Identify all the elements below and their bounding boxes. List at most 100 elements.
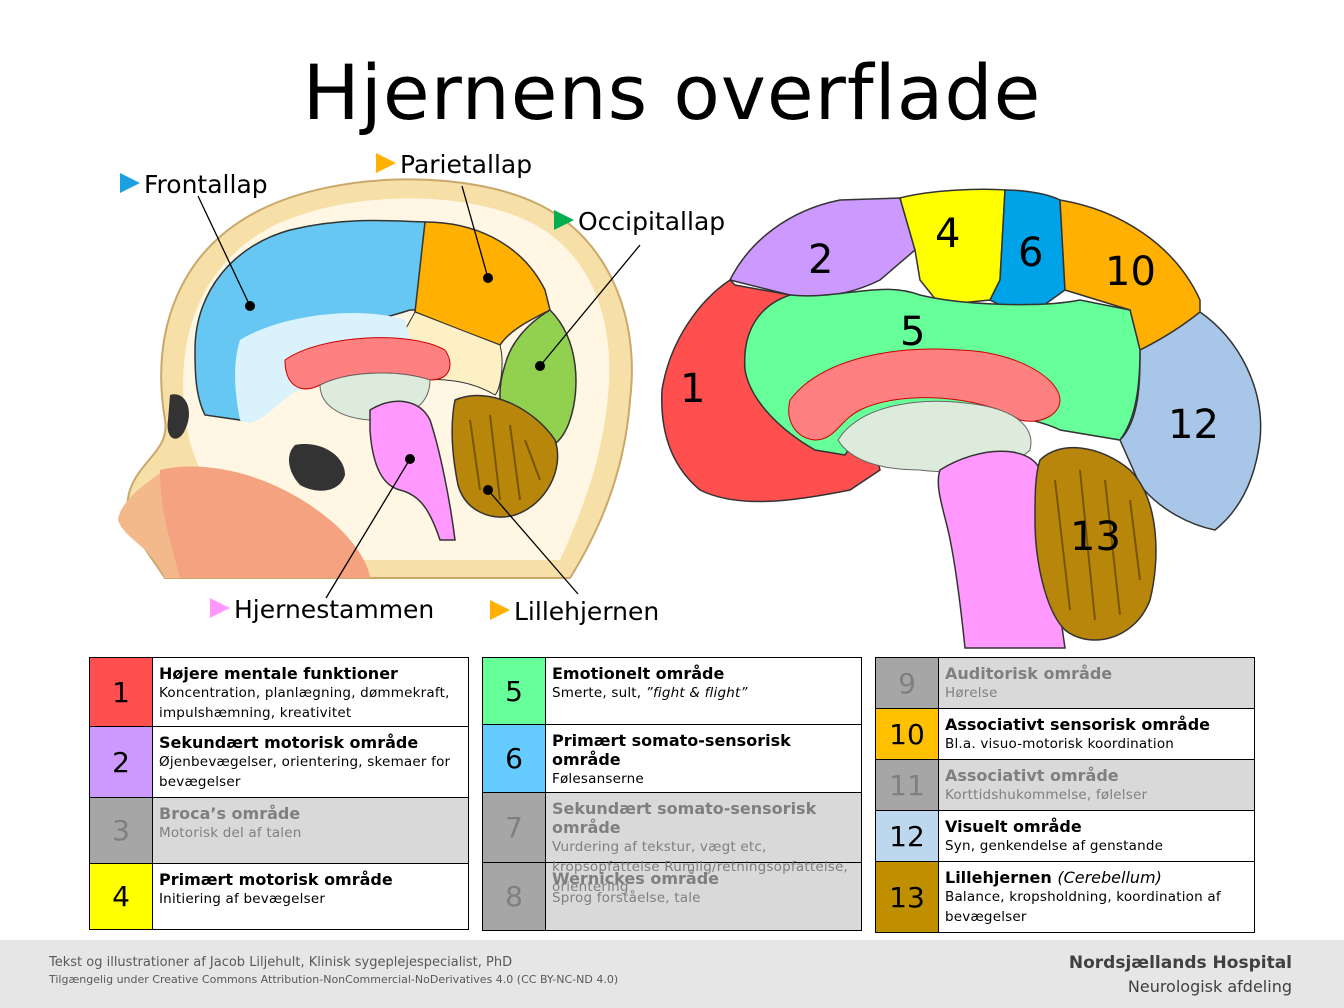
area-description-text: Balance, kropsholdning, koordination af … <box>945 889 1221 925</box>
label-text: Frontallap <box>144 170 268 199</box>
area-title: Auditorisk område <box>945 664 1248 683</box>
legend-row: 8 Wernickes område Sprog forståelse, tale <box>482 863 862 931</box>
area-title-text: Visuelt område <box>945 817 1082 836</box>
legend-row: 9 Auditorisk område Hørelse <box>875 657 1255 709</box>
area-number-cell: 8 <box>483 863 546 930</box>
area-description: Syn, genkendelse af genstande <box>945 836 1248 856</box>
area-number-cell: 11 <box>876 760 939 810</box>
area-description-cell: Primært somato-sensorisk område Følesanse… <box>546 725 861 792</box>
area-description: Balance, kropsholdning, koordination af … <box>945 887 1248 927</box>
legend-table-2: 5 Emotionelt område Smerte, sult, ”fight &… <box>482 657 862 931</box>
label-hjernestammen: Hjernestammen <box>210 595 434 624</box>
area-number-cell: 10 <box>876 709 939 759</box>
area-title-text: Emotionelt område <box>552 664 725 683</box>
area-description: Sprog forståelse, tale <box>552 888 855 908</box>
area-description-text: Syn, genkendelse af genstande <box>945 838 1164 854</box>
area-description-cell: Auditorisk område Hørelse <box>939 658 1254 708</box>
area-description-italic: ”fight & flight” <box>645 685 748 701</box>
area-title: Højere mentale funktioner <box>159 664 462 683</box>
area-description-cell: Wernickes område Sprog forståelse, tale <box>546 863 861 930</box>
area-title: Sekundært motorisk område <box>159 733 462 752</box>
area-description-text: Korttidshukommelse, følelser <box>945 787 1148 803</box>
area-title: Wernickes område <box>552 869 855 888</box>
triangle-marker-icon <box>376 153 396 173</box>
area-description-cell: Associativt sensorisk område Bl.a. visuo-… <box>939 709 1254 759</box>
area-title: Visuelt område <box>945 817 1248 836</box>
area-title-text: Broca’s område <box>159 804 301 823</box>
label-parietallap: Parietallap <box>376 150 532 179</box>
area-number-cell: 5 <box>483 658 546 724</box>
legend-table-3: 9 Auditorisk område Hørelse 10 Associativt s… <box>875 657 1255 933</box>
triangle-marker-icon <box>490 600 510 620</box>
area-title: Emotionelt område <box>552 664 855 683</box>
area-description-cell: Lillehjernen (Cerebellum) Balance, kropsh… <box>939 862 1254 932</box>
label-lillehjernen: Lillehjernen <box>490 597 659 626</box>
area-title: Broca’s område <box>159 804 462 823</box>
area-description: Hørelse <box>945 683 1248 703</box>
area-title: Associativt område <box>945 766 1248 785</box>
area-number-cell: 4 <box>90 864 153 929</box>
license-text: Tilgængelig under Creative Commons Attri… <box>49 973 619 986</box>
area-title-text: Sekundært motorisk område <box>159 733 419 752</box>
area-number: 4 <box>935 211 960 257</box>
label-text: Hjernestammen <box>234 595 435 624</box>
credit-text: Tekst og illustrationer af Jacob Liljehu… <box>49 955 513 970</box>
area-description: Bl.a. visuo-motorisk koordination <box>945 734 1248 754</box>
area-number: 5 <box>900 309 925 355</box>
area-title-text: Primært somato-sensorisk område <box>552 731 791 769</box>
area-title-text: Wernickes område <box>552 869 719 888</box>
area-number-cell: 3 <box>90 798 153 863</box>
triangle-marker-icon <box>120 173 140 193</box>
area-title: Sekundært somato-sensorisk område <box>552 799 855 837</box>
area-number-cell: 12 <box>876 811 939 861</box>
area-title: Primært motorisk område <box>159 870 462 889</box>
area-description-text: Motorisk del af talen <box>159 825 302 841</box>
area-description-cell: Højere mentale funktioner Koncentration, … <box>153 658 468 726</box>
area-number-cell: 6 <box>483 725 546 792</box>
triangle-marker-icon <box>554 210 574 230</box>
legend-row: 3 Broca’s område Motorisk del af talen <box>89 798 469 864</box>
legend-row: 6 Primært somato-sensorisk område Følesans… <box>482 725 862 793</box>
area-title-text: Lillehjernen <box>945 868 1052 887</box>
area-description-text: Koncentration, planlægning, dømmekraft, … <box>159 685 450 721</box>
area-title-text: Auditorisk område <box>945 664 1113 683</box>
area-title: Lillehjernen (Cerebellum) <box>945 868 1248 887</box>
triangle-marker-icon <box>210 598 230 618</box>
area-description-cell: Visuelt område Syn, genkendelse af gensta… <box>939 811 1254 861</box>
area-description-cell: Primært motorisk område Initiering af bev… <box>153 864 468 929</box>
area-number-cell: 13 <box>876 862 939 932</box>
sagittal-head-illustration <box>118 178 641 599</box>
legend-row: 10 Associativt sensorisk område Bl.a. visu… <box>875 709 1255 760</box>
area-description-cell: Sekundært motorisk område Øjenbevægelser,… <box>153 727 468 797</box>
label-text: Lillehjernen <box>514 597 660 626</box>
area-number-cell: 9 <box>876 658 939 708</box>
area-title-italic: (Cerebellum) <box>1057 868 1162 887</box>
label-occipitallap: Occipitallap <box>554 207 725 236</box>
hospital-name: Nordsjællands Hospital <box>1068 953 1292 973</box>
area-description-cell: Emotionelt område Smerte, sult, ”fight & … <box>546 658 861 724</box>
area-title-text: Sekundært somato-sensorisk område <box>552 799 817 837</box>
area-description-cell: Associativt område Korttidshukommelse, fø… <box>939 760 1254 810</box>
area-description-text: Følesanserne <box>552 771 644 787</box>
area-description: Korttidshukommelse, følelser <box>945 785 1248 805</box>
area-number-cell: 2 <box>90 727 153 797</box>
area-number: 13 <box>1070 514 1121 560</box>
area-description: Motorisk del af talen <box>159 823 462 843</box>
area-title-text: Højere mentale funktioner <box>159 664 398 683</box>
area-description: Initiering af bevægelser <box>159 889 462 909</box>
area-description-text: Initiering af bevægelser <box>159 891 326 907</box>
area-title: Associativt sensorisk område <box>945 715 1248 734</box>
legend-row: 7 Sekundært somato-sensorisk område Vurder… <box>482 793 862 895</box>
label-frontallap: Frontallap <box>120 170 268 199</box>
area-description-cell: Broca’s område Motorisk del af talen <box>153 798 468 863</box>
area-description-text: Smerte, sult, <box>552 685 646 701</box>
area-number: 10 <box>1105 249 1156 295</box>
hospital-block: Nordsjællands Hospital Neurologisk afdel… <box>1069 953 1292 996</box>
area-number-cell: 1 <box>90 658 153 726</box>
area-description: Smerte, sult, ”fight & flight” <box>552 683 855 703</box>
legend-row: 2 Sekundært motorisk område Øjenbevægelser… <box>89 727 469 798</box>
area-description-cell: Sekundært somato-sensorisk område Vurderi… <box>546 793 861 895</box>
label-text: Occipitallap <box>578 207 726 236</box>
legend-row: 11 Associativt område Korttidshukommelse, … <box>875 760 1255 811</box>
area-description-text: Hørelse <box>945 685 998 701</box>
